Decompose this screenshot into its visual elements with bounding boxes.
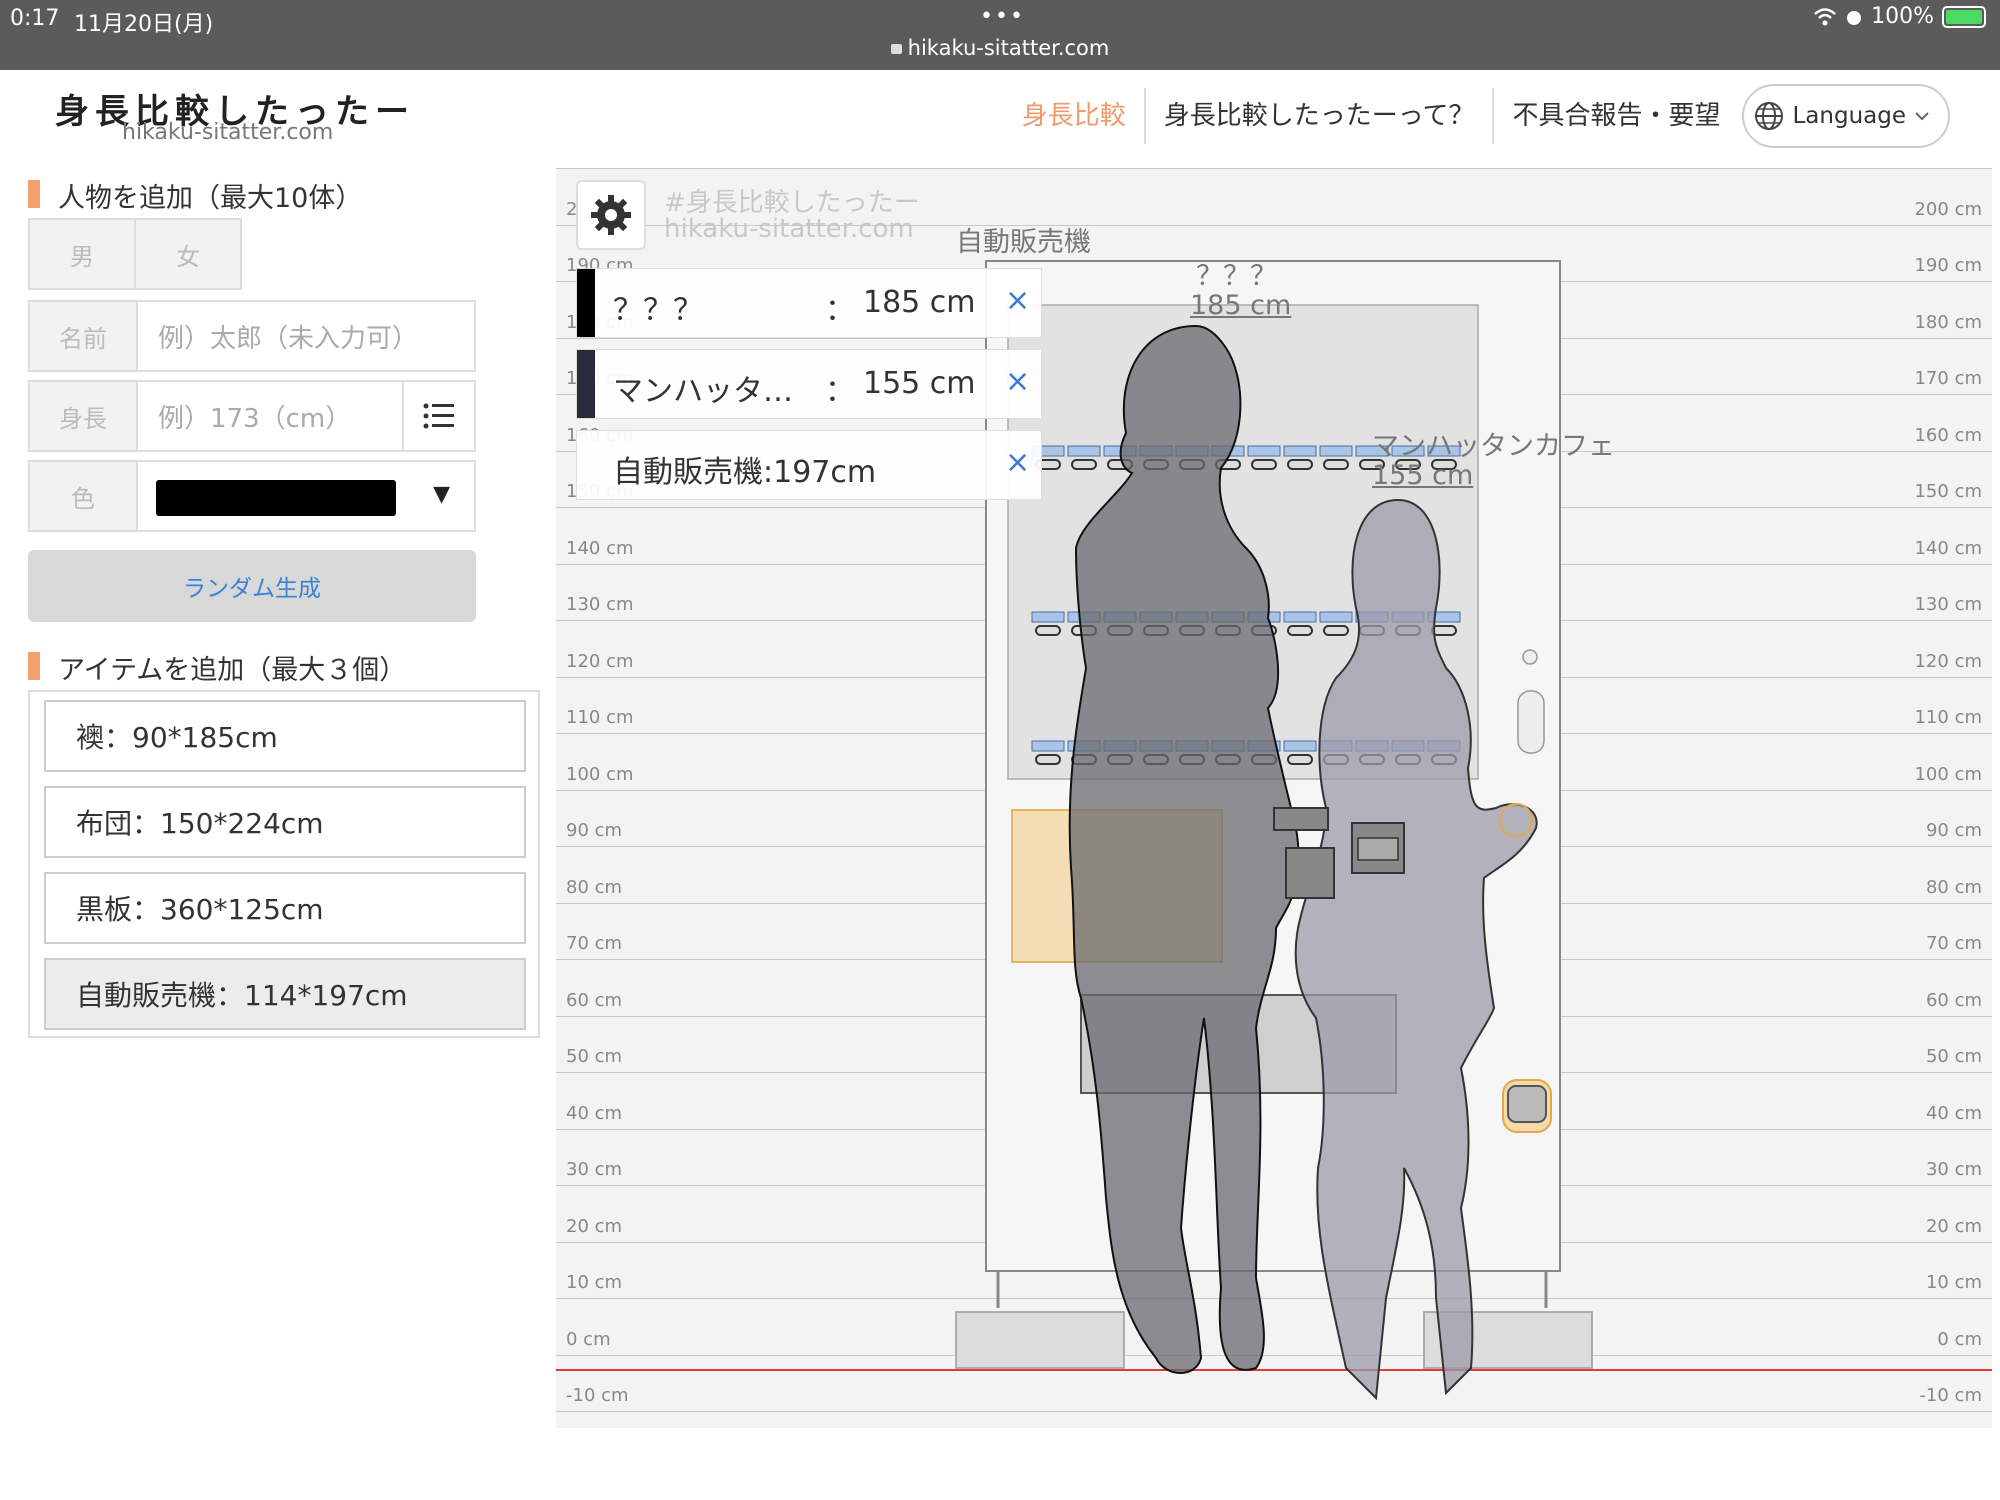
entry-separator: ： — [825, 293, 855, 328]
entry-height: 185 cm — [863, 285, 976, 320]
battery-icon — [1942, 5, 1986, 28]
height-label: 身長 — [30, 382, 138, 450]
site-subtitle: hikaku-sitatter.com — [122, 120, 334, 145]
height-list-button[interactable] — [402, 382, 474, 450]
person2-height-label: 155 cm — [1372, 460, 1474, 491]
lock-icon — [890, 44, 902, 54]
entry-color-swatch — [577, 350, 595, 418]
add-item-title: アイテムを追加（最大３個） — [28, 648, 406, 687]
name-field[interactable]: 名前 例）太郎（未入力可） — [28, 300, 476, 372]
height-input[interactable]: 例）173（cm） — [158, 382, 351, 450]
address-bar[interactable]: hikaku-sitatter.com — [0, 36, 2000, 60]
nav-about[interactable]: 身長比較したったーって？ — [1146, 88, 1495, 144]
entry-name: マンハッタ… — [613, 374, 793, 409]
entry-height: 155 cm — [863, 366, 976, 401]
status-date: 11月20日(月) — [74, 12, 214, 37]
main-nav: 身長比較 身長比較したったーって？ 不具合報告・要望 Language — [1004, 84, 1950, 148]
nav-report[interactable]: 不具合報告・要望 — [1494, 88, 1738, 144]
more-dots-icon[interactable]: ••• — [980, 4, 1025, 29]
language-button[interactable]: Language — [1742, 84, 1950, 148]
item-list: 襖：90*185cm 布団：150*224cm 黒板：360*125cm 自動販… — [28, 690, 540, 1038]
wifi-icon — [1814, 7, 1836, 25]
item-vending-machine[interactable]: 自動販売機：114*197cm — [44, 958, 526, 1030]
entry-card: マンハッタ… ： 155 cm × — [576, 349, 1042, 419]
battery-percent: 100% — [1871, 4, 1934, 29]
status-time: 0:17 — [10, 6, 60, 31]
url-text: hikaku-sitatter.com — [907, 36, 1110, 60]
globe-icon — [1755, 102, 1784, 130]
chevron-down-icon — [1915, 112, 1929, 121]
alarm-icon — [1847, 10, 1862, 25]
entry-name: 自動販売機:197cm — [613, 455, 877, 490]
item-futon[interactable]: 布団：150*224cm — [44, 786, 526, 858]
gender-female-button[interactable]: 女 — [136, 220, 240, 288]
machine-label: 自動販売機 — [956, 227, 1091, 258]
add-person-title: 人物を追加（最大10体） — [28, 176, 362, 215]
person2-name-label: マンハッタンカフェ — [1372, 431, 1615, 462]
entry-color-swatch — [577, 269, 595, 337]
nav-height-compare[interactable]: 身長比較 — [1004, 88, 1146, 144]
item-blackboard[interactable]: 黒板：360*125cm — [44, 872, 526, 944]
name-input[interactable]: 例）太郎（未入力可） — [158, 302, 418, 370]
name-label: 名前 — [30, 302, 138, 370]
height-field[interactable]: 身長 例）173（cm） — [28, 380, 476, 452]
gender-male-button[interactable]: 男 — [30, 220, 136, 288]
gender-toggle: 男 女 — [28, 218, 242, 290]
color-dropdown-icon[interactable]: ▼ — [433, 482, 450, 507]
color-label: 色 — [30, 462, 138, 530]
person1-height-label: 185 cm — [1190, 290, 1292, 321]
color-swatch[interactable] — [156, 480, 396, 516]
entry-name: ？？？ — [613, 293, 703, 328]
entry-card: ？？？ ： 185 cm × — [576, 268, 1042, 338]
item-fusuma[interactable]: 襖：90*185cm — [44, 700, 526, 772]
status-icons: 100% — [1813, 4, 1986, 29]
remove-icon[interactable]: × — [1005, 283, 1030, 318]
height-chart: 210 cm210 cm200 cm200 cm190 cm190 cm180 … — [556, 168, 1992, 1428]
watermark-url: hikaku-sitatter.com — [664, 214, 914, 244]
remove-icon[interactable]: × — [1005, 445, 1030, 480]
entry-card: 自動販売機:197cm × — [576, 430, 1042, 500]
person1-name-label: ？？？ — [1196, 261, 1277, 292]
color-field[interactable]: 色 ▼ — [28, 460, 476, 532]
entry-separator: ： — [825, 374, 855, 409]
random-generate-button[interactable]: ランダム生成 — [28, 550, 476, 622]
list-icon — [423, 403, 454, 429]
status-bar: 0:17 11月20日(月) ••• hikaku-sitatter.com 1… — [0, 0, 2000, 70]
remove-icon[interactable]: × — [1005, 364, 1030, 399]
settings-button[interactable] — [576, 180, 646, 250]
gear-icon — [591, 195, 631, 235]
language-label: Language — [1792, 103, 1906, 129]
